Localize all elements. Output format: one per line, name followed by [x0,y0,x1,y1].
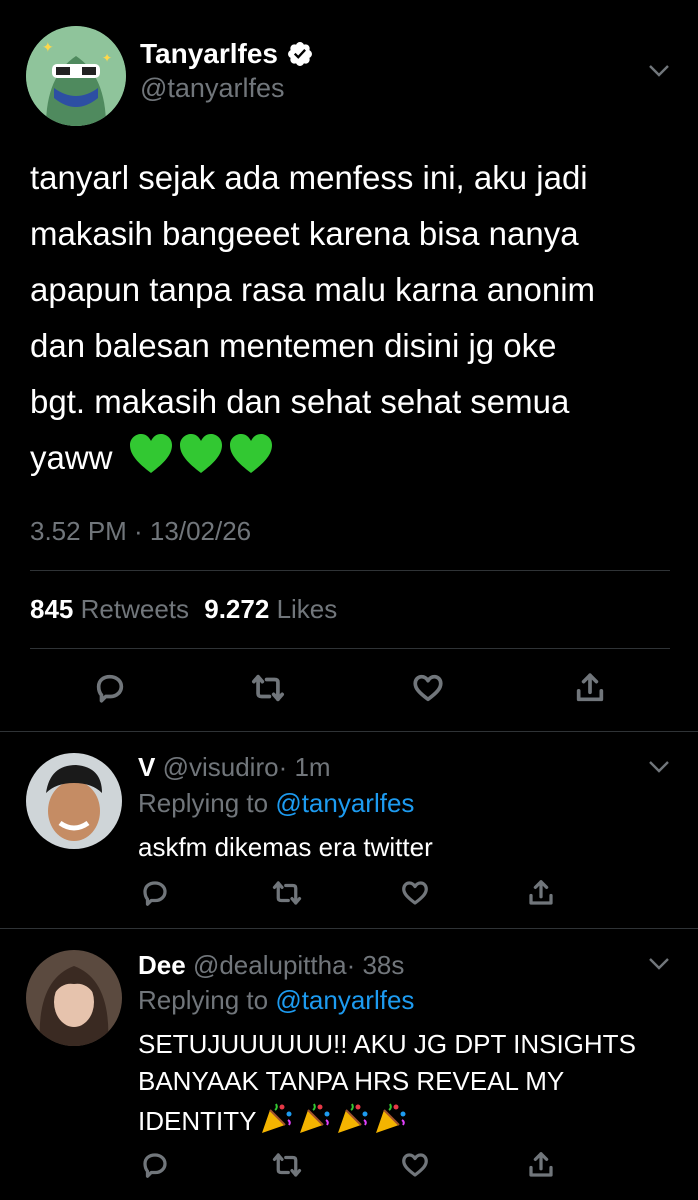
divider [0,731,698,732]
retweet-button[interactable] [270,876,304,910]
party-popper-icon [376,1103,406,1133]
reply-header: V @visudiro· 1m [138,752,331,783]
reply-author-handle[interactable]: @dealupittha [193,950,347,980]
retweet-icon [272,881,302,905]
like-button[interactable] [408,668,448,708]
reply-button[interactable] [138,876,172,910]
tweet-text: tanyarl sejak ada menfess ini, aku jadi … [30,159,596,476]
svg-text:✦: ✦ [42,39,54,55]
like-icon [402,1153,428,1177]
share-button[interactable] [524,1148,558,1182]
reply-text: SETUJUUUUUU!! AKU JG DPT INSIGHTS BANYAA… [138,1029,636,1136]
chevron-down-icon[interactable] [648,760,670,774]
author-name[interactable]: Tanyarlfes [140,38,314,70]
likes-stat[interactable]: 9.272 Likes [204,594,337,624]
avatar-photo [26,753,122,849]
replying-to-link[interactable]: @tanyarlfes [275,985,414,1015]
green-heart-icon [129,434,172,473]
like-button[interactable] [398,876,432,910]
reply-text: askfm dikemas era twitter [138,832,433,862]
reply-author-name[interactable]: V [138,752,155,782]
reply-icon [143,881,167,906]
chevron-down-icon[interactable] [648,64,670,78]
share-icon [576,673,604,702]
reply-avatar[interactable] [26,950,122,1046]
share-icon [529,880,553,905]
avatar-illustration: ✦ ✦ [26,26,126,126]
green-heart-icon [229,434,272,473]
like-icon [402,881,428,905]
reply-time: · 1m [278,752,331,782]
like-button[interactable] [398,1148,432,1182]
like-icon [413,674,443,702]
tweet-stats: 845 Retweets 9.272 Likes [30,594,337,625]
share-button[interactable] [524,876,558,910]
reply-time: · 38s [346,950,405,980]
replying-to: Replying to @tanyarlfes [138,985,415,1015]
reply-icon [143,1153,167,1178]
retweet-icon [251,674,285,702]
replying-to: Replying to @tanyarlfes [138,788,415,818]
party-popper-icon [338,1103,368,1133]
reply-button[interactable] [138,1148,172,1182]
green-heart-icon [179,434,222,473]
retweets-stat[interactable]: 845 Retweets [30,594,196,624]
divider [30,570,670,571]
reply-header: Dee @dealupittha· 38s [138,950,404,981]
author-avatar[interactable]: ✦ ✦ [26,26,126,126]
author-handle[interactable]: @tanyarlfes [140,73,284,104]
avatar-photo [26,950,122,1046]
retweet-button[interactable] [270,1148,304,1182]
reply-author-name[interactable]: Dee [138,950,186,980]
party-popper-icon [262,1103,292,1133]
share-button[interactable] [570,668,610,708]
reply-icon [96,674,124,703]
divider [30,648,670,649]
retweet-icon [272,1153,302,1177]
party-popper-icon [300,1103,330,1133]
svg-text:✦: ✦ [102,51,112,65]
replying-to-link[interactable]: @tanyarlfes [275,788,414,818]
reply-avatar[interactable] [26,753,122,849]
reply-author-handle[interactable]: @visudiro [163,752,279,782]
retweet-button[interactable] [248,668,288,708]
share-icon [529,1152,553,1177]
reply-button[interactable] [90,668,130,708]
tweet-timestamp[interactable]: 3.52 PM · 13/02/26 [30,516,251,547]
divider [0,928,698,929]
verified-badge-icon [288,42,312,66]
chevron-down-icon[interactable] [648,957,670,971]
